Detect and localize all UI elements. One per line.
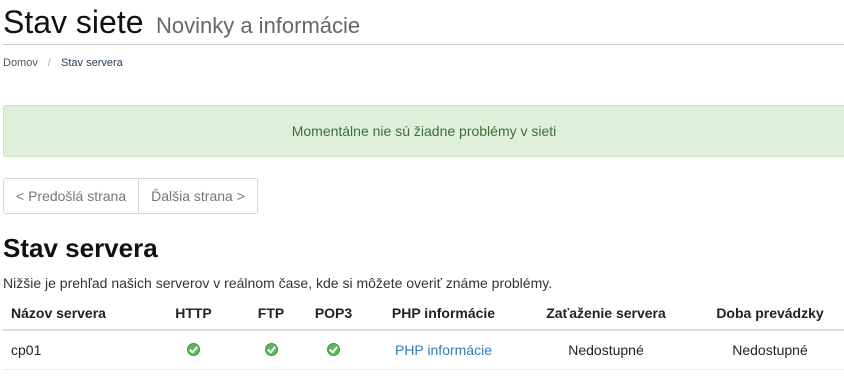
breadcrumb: Domov / Stav servera bbox=[3, 57, 123, 69]
check-circle-icon bbox=[187, 342, 200, 356]
uptime-cell: Nedostupné bbox=[696, 330, 844, 370]
ftp-status-cell bbox=[246, 330, 296, 370]
server-name-cell: cp01 bbox=[3, 330, 141, 370]
page-header: Stav siete Novinky a informácie bbox=[3, 2, 844, 45]
column-header-ftp: FTP bbox=[246, 297, 296, 331]
check-circle-icon bbox=[327, 342, 340, 356]
next-page-button[interactable]: Ďalšia strana > bbox=[138, 179, 257, 213]
breadcrumb-separator: / bbox=[47, 57, 51, 69]
php-info-link[interactable]: PHP informácie bbox=[395, 342, 492, 358]
alert-message: Momentálne nie sú žiadne problémy v siet… bbox=[291, 123, 557, 139]
pop3-status-cell bbox=[296, 330, 371, 370]
check-circle-icon bbox=[264, 342, 278, 356]
php-info-cell: PHP informácie bbox=[371, 330, 516, 370]
table-row: cp01 PHP informácie Nedostupné Nedostupn… bbox=[3, 330, 844, 370]
table-header-row: Názov servera HTTP FTP POP3 PHP informác… bbox=[3, 297, 844, 331]
breadcrumb-home-link[interactable]: Domov bbox=[3, 57, 38, 69]
page-subtitle: Novinky a informácie bbox=[155, 13, 361, 38]
section-title: Stav servera bbox=[3, 233, 158, 263]
http-status-cell bbox=[141, 330, 246, 370]
network-status-alert: Momentálne nie sú žiadne problémy v siet… bbox=[3, 105, 844, 157]
server-load-cell: Nedostupné bbox=[516, 330, 696, 370]
column-header-http: HTTP bbox=[141, 297, 246, 331]
pager: < Predošlá strana Ďalšia strana > bbox=[3, 178, 258, 214]
prev-page-button[interactable]: < Predošlá strana bbox=[4, 179, 138, 213]
column-header-php-info: PHP informácie bbox=[371, 297, 516, 331]
breadcrumb-current: Stav servera bbox=[61, 57, 123, 69]
column-header-pop3: POP3 bbox=[296, 297, 371, 331]
column-header-server-load: Zaťaženie servera bbox=[516, 297, 696, 331]
column-header-uptime: Doba prevádzky bbox=[696, 297, 844, 331]
page-title: Stav siete bbox=[3, 4, 144, 40]
server-status-table: Názov servera HTTP FTP POP3 PHP informác… bbox=[3, 297, 844, 370]
column-header-server-name: Názov servera bbox=[3, 297, 141, 331]
section-description: Nižšie je prehľad našich serverov v reál… bbox=[3, 275, 553, 291]
